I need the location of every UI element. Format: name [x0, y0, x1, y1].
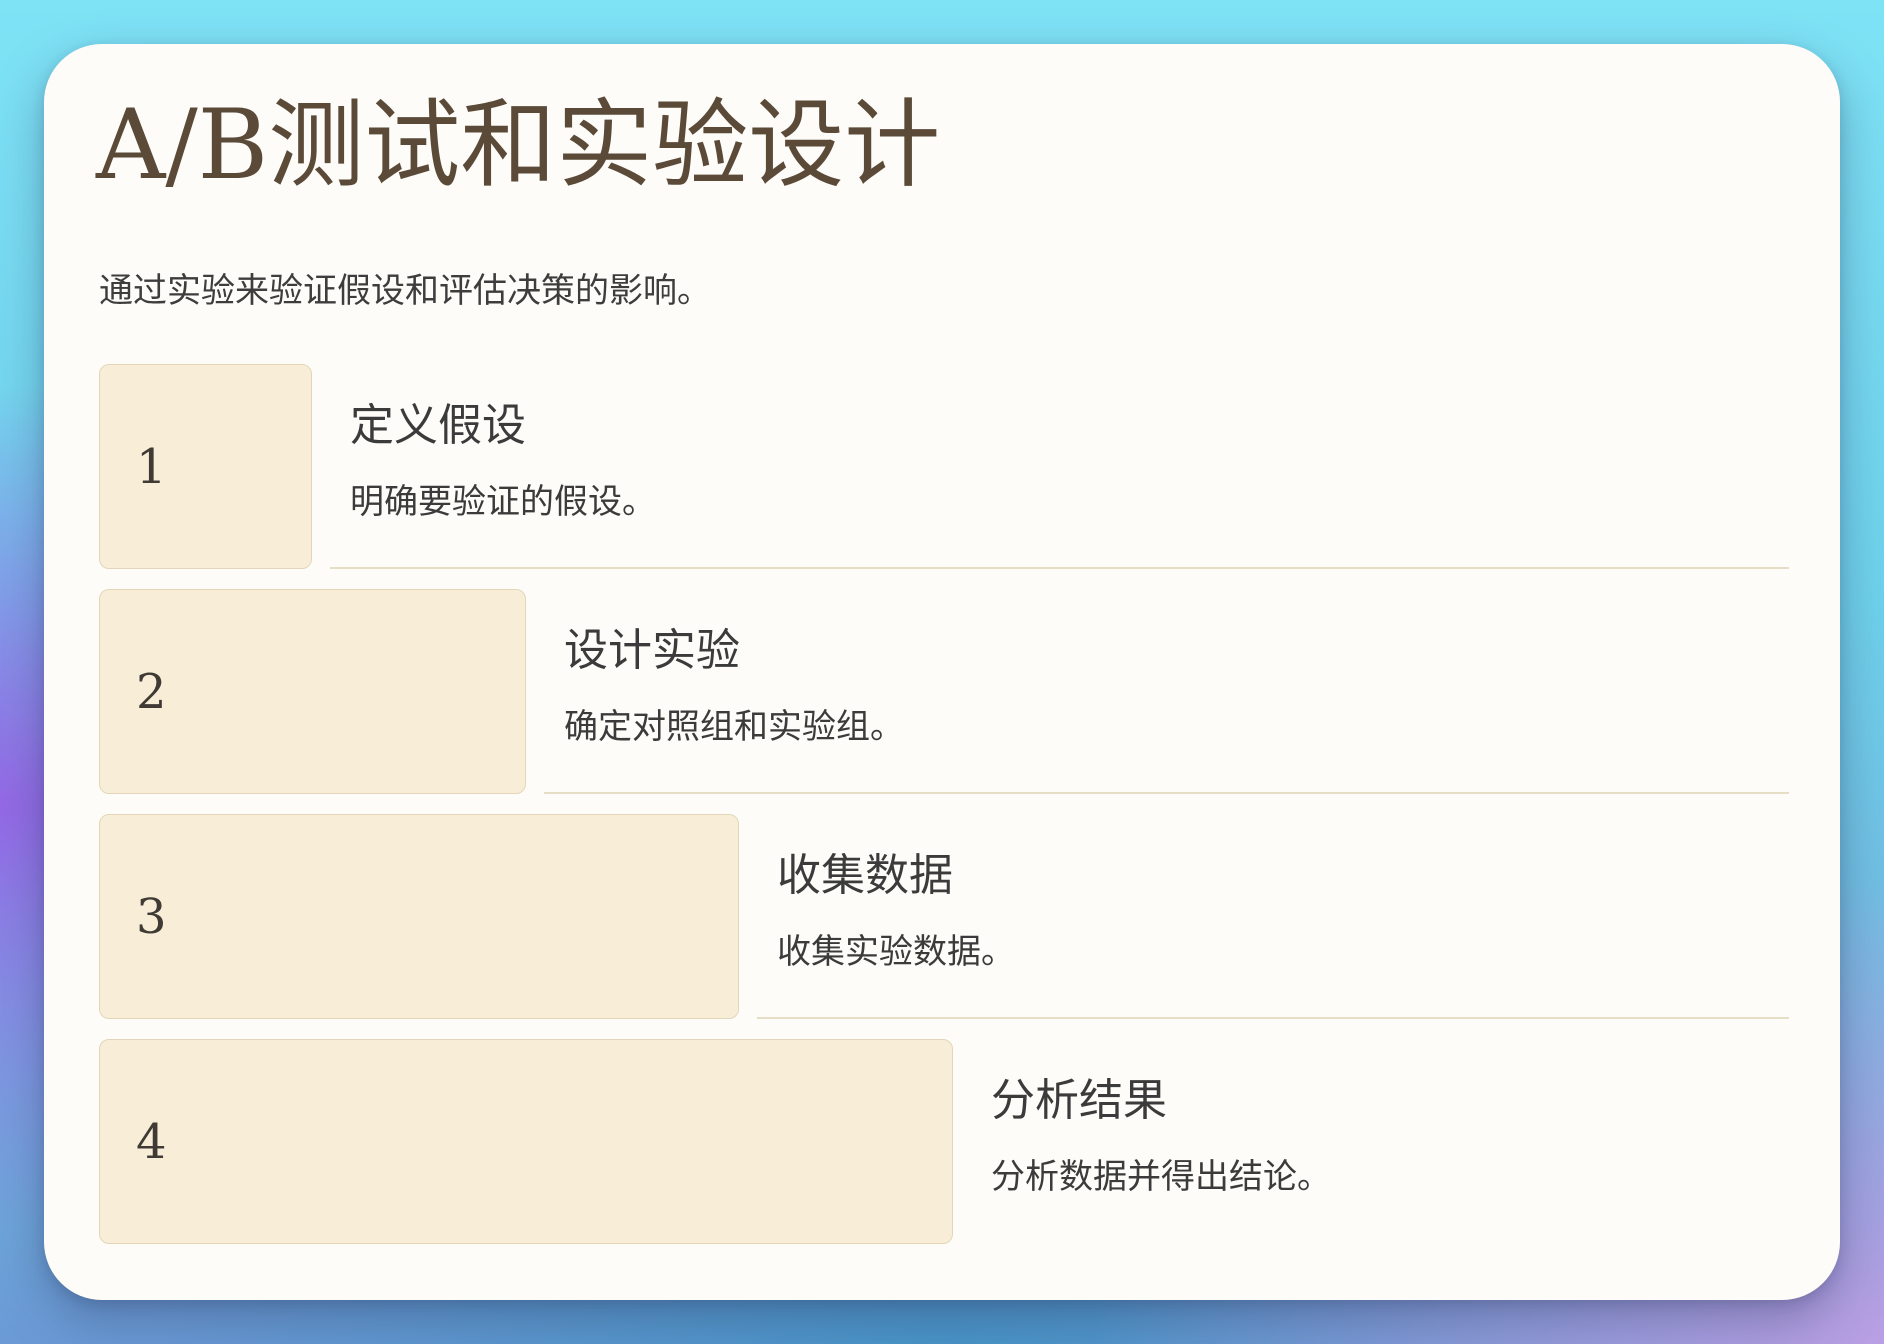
step-content: 收集数据 收集实验数据。: [757, 814, 1789, 1019]
page-subtitle: 通过实验来验证假设和评估决策的影响。: [99, 271, 711, 311]
page-title: A/B测试和实验设计: [96, 89, 941, 201]
step-title: 分析结果: [991, 1075, 1167, 1126]
step-description: 分析数据并得出结论。: [991, 1157, 1331, 1197]
step-content: 定义假设 明确要验证的假设。: [330, 364, 1789, 569]
step-title: 定义假设: [350, 400, 526, 451]
step-item-3: 3 收集数据 收集实验数据。: [99, 814, 1789, 1021]
step-title: 收集数据: [777, 850, 953, 901]
step-item-2: 2 设计实验 确定对照组和实验组。: [99, 589, 1789, 796]
step-number: 3: [136, 888, 167, 945]
content-card: A/B测试和实验设计 通过实验来验证假设和评估决策的影响。 1 定义假设 明确要…: [44, 44, 1840, 1300]
step-number-box: 3: [99, 814, 739, 1019]
step-number: 2: [136, 663, 167, 720]
step-number: 1: [136, 438, 167, 495]
step-item-4: 4 分析结果 分析数据并得出结论。: [99, 1039, 1789, 1246]
step-item-1: 1 定义假设 明确要验证的假设。: [99, 364, 1789, 571]
step-content: 分析结果 分析数据并得出结论。: [971, 1039, 1789, 1244]
step-description: 明确要验证的假设。: [350, 482, 656, 522]
step-number-box: 1: [99, 364, 312, 569]
step-number-box: 4: [99, 1039, 953, 1244]
step-number-box: 2: [99, 589, 526, 794]
step-content: 设计实验 确定对照组和实验组。: [544, 589, 1789, 794]
step-number: 4: [136, 1113, 167, 1170]
steps-list: 1 定义假设 明确要验证的假设。 2 设计实验 确定对照组和实验组。 3 收集数…: [99, 364, 1789, 1264]
step-description: 收集实验数据。: [777, 932, 1015, 972]
step-description: 确定对照组和实验组。: [564, 707, 904, 747]
step-title: 设计实验: [564, 625, 740, 676]
